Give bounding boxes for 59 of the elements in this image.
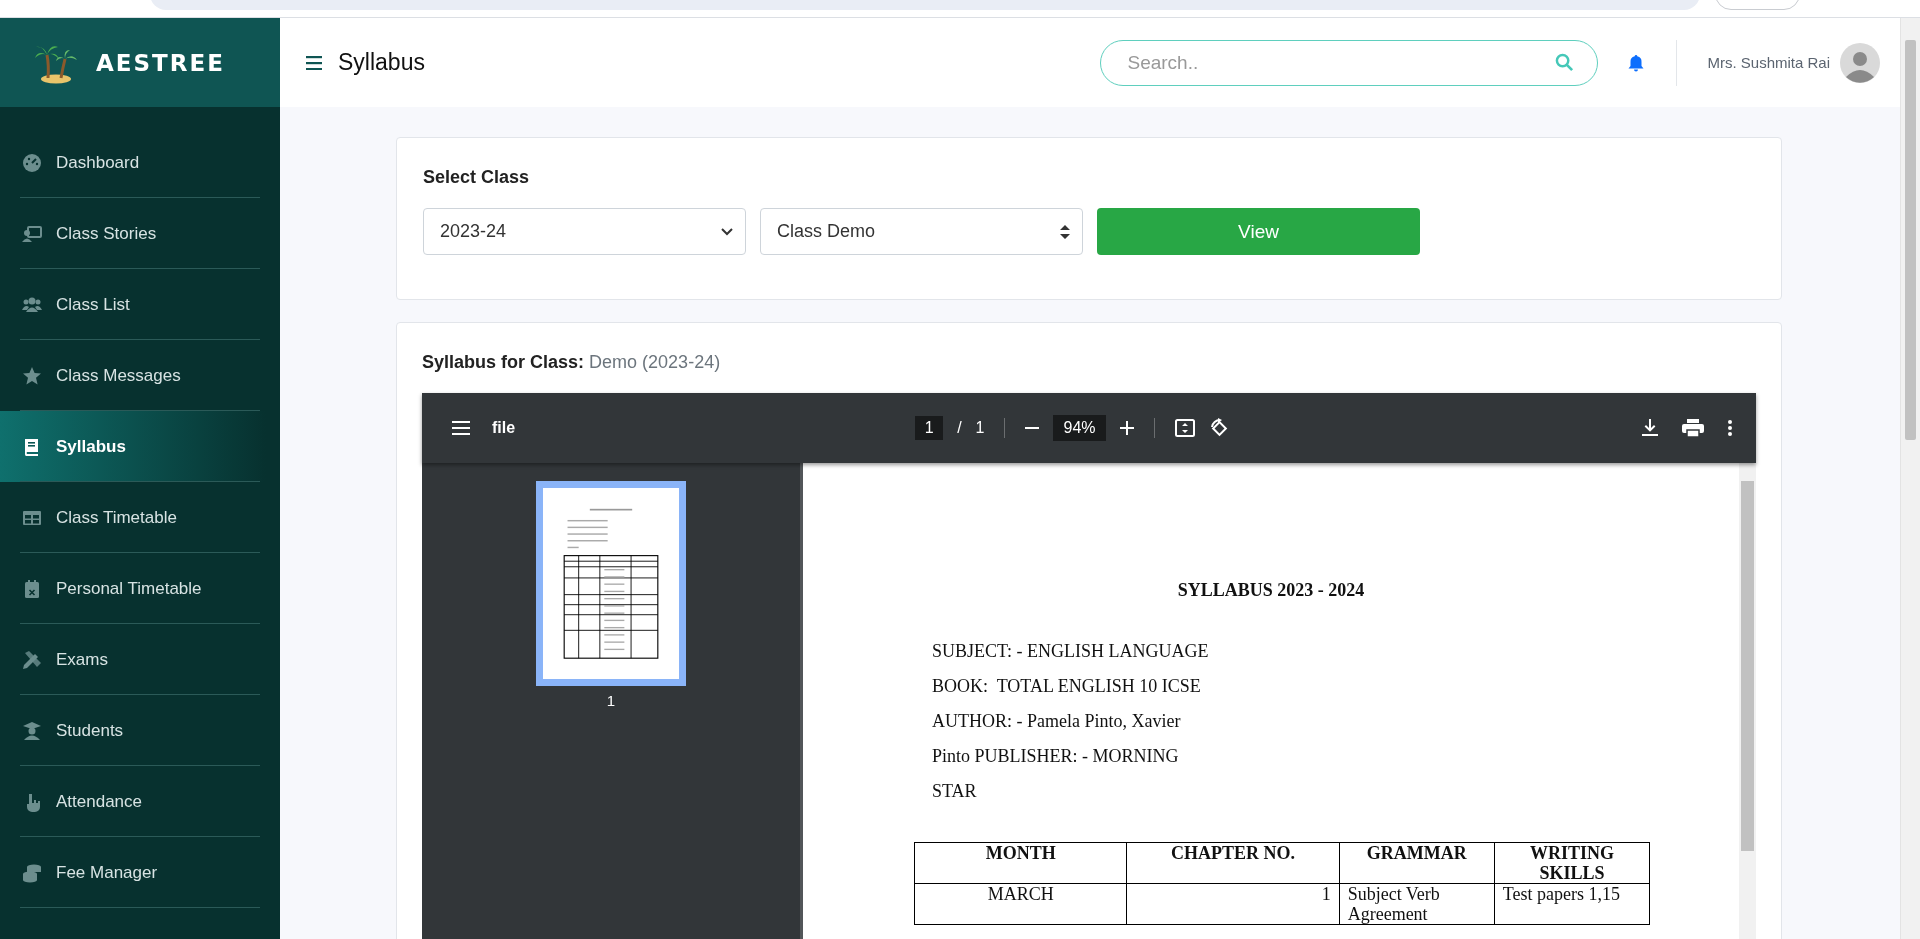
user-name[interactable]: Mrs. Sushmita Rai	[1707, 54, 1830, 71]
table-cell: 1	[1126, 883, 1340, 925]
sidebar-item[interactable]: Class Timetable	[0, 482, 280, 553]
sidebar-item[interactable]: Class Stories	[0, 198, 280, 269]
presentation-icon	[22, 223, 42, 244]
table-cell: MARCH	[914, 883, 1127, 925]
fit-page-icon[interactable]	[1174, 419, 1195, 437]
zoom-field[interactable]: 94%	[1053, 415, 1106, 441]
table-cell: Subject Verb Agreement	[1339, 883, 1495, 925]
file-name: file	[492, 419, 516, 437]
gauge-icon	[22, 152, 42, 173]
table-header: CHAPTER NO.	[1126, 842, 1340, 884]
class-dropdown[interactable]: Class Demo	[760, 208, 1083, 255]
page-count: 1	[975, 419, 985, 437]
document-line: AUTHOR: - Pamela Pinto, Xavier	[932, 711, 1181, 732]
chevron-down-icon	[721, 227, 733, 236]
year-dropdown[interactable]: 2023-24	[423, 208, 746, 255]
document-line: STAR	[932, 781, 977, 802]
section-title: Select Class	[423, 167, 530, 188]
page-title: Syllabus	[338, 49, 425, 76]
page-thumbnail[interactable]	[536, 481, 686, 686]
sidebar-item[interactable]: Students	[0, 695, 280, 766]
syllabus-label: Syllabus for Class: Demo (2023-24)	[422, 352, 721, 373]
document-title: SYLLABUS 2023 - 2024	[1177, 580, 1365, 601]
document-line: SUBJECT: - ENGLISH LANGUAGE	[932, 641, 1209, 662]
sidebar-item[interactable]: Attendance	[0, 766, 280, 837]
scrollbar[interactable]	[1900, 18, 1920, 939]
coins-icon	[22, 862, 42, 883]
sidebar-item[interactable]: Class Messages	[0, 340, 280, 411]
sort-arrows-icon	[1060, 224, 1070, 239]
menu-icon[interactable]	[306, 55, 322, 70]
graduate-icon	[22, 720, 42, 741]
pencil-ruler-icon	[22, 649, 42, 670]
download-icon[interactable]	[1642, 419, 1658, 437]
zoom-in-icon[interactable]	[1119, 421, 1134, 435]
sidebar-item[interactable]: Fee Manager	[0, 837, 280, 908]
table-header: WRITING SKILLS	[1494, 842, 1650, 884]
more-icon[interactable]	[1728, 420, 1732, 436]
page-number-field[interactable]: 1	[915, 416, 944, 440]
table-header: GRAMMAR	[1339, 842, 1495, 884]
document-line: Pinto PUBLISHER: - MORNING	[932, 746, 1179, 767]
rotate-icon[interactable]	[1208, 418, 1229, 438]
sidebar-item[interactable]: Personal Timetable	[0, 553, 280, 624]
sidebar-item[interactable]: Dashboard	[0, 127, 280, 198]
brand-name: AESTREE	[96, 49, 225, 76]
search-field[interactable]: Search..	[1100, 39, 1599, 86]
sidebar-item[interactable]: Class List	[0, 269, 280, 340]
sidebar-item[interactable]: Exams	[0, 624, 280, 695]
table-header: MONTH	[914, 842, 1127, 884]
menu-icon[interactable]	[452, 421, 470, 435]
calendar-icon	[22, 578, 42, 599]
avatar-icon[interactable]	[1840, 42, 1880, 83]
star-icon	[22, 365, 42, 386]
printer-icon[interactable]	[1682, 419, 1704, 437]
document-line: BOOK: TOTAL ENGLISH 10 ICSE	[932, 676, 1201, 697]
scrollbar[interactable]	[1739, 463, 1756, 939]
page-separator: /	[957, 419, 962, 437]
table-cell: Test papers 1,15	[1494, 883, 1650, 925]
thumbnail-page-number: 1	[606, 692, 616, 709]
